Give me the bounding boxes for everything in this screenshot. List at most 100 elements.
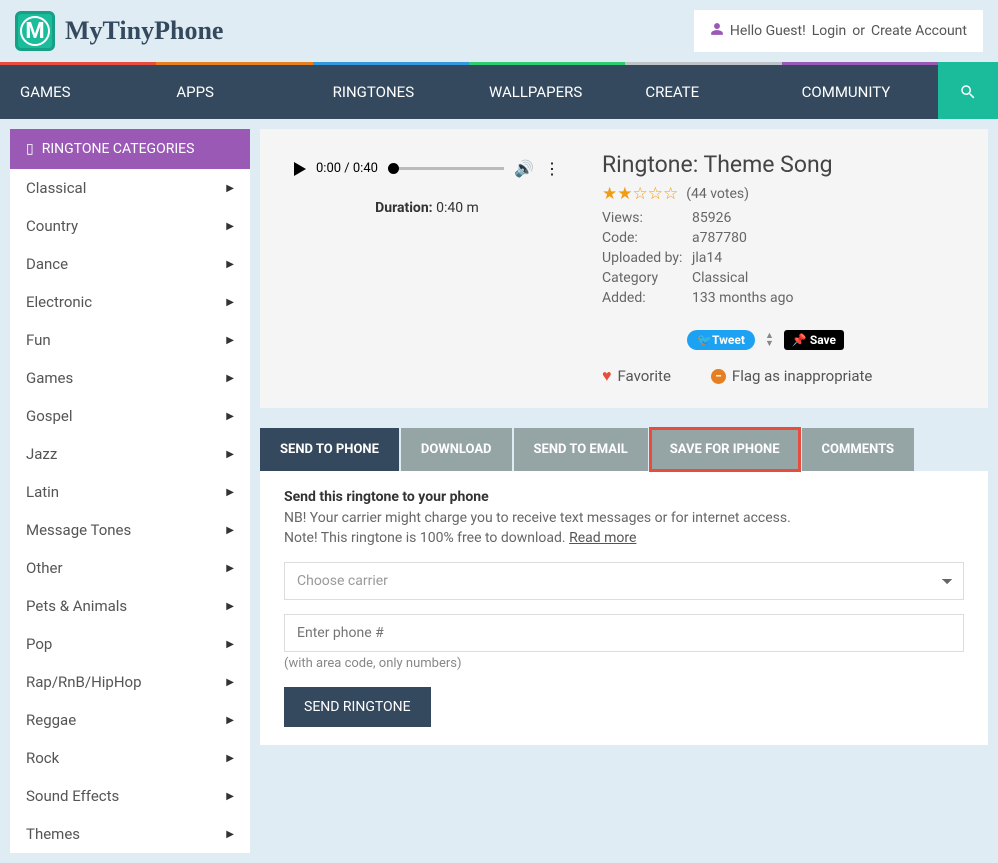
phone-hint: (with area code, only numbers) bbox=[284, 656, 964, 671]
sidebar-item-classical[interactable]: Classical▶ bbox=[10, 169, 250, 207]
nav-apps[interactable]: APPS bbox=[156, 62, 312, 119]
stepper[interactable]: ▲▼ bbox=[765, 332, 774, 348]
note2-text: Note! This ringtone is 100% free to down… bbox=[284, 530, 566, 546]
content-area: ▯ RINGTONE CATEGORIES Classical▶ Country… bbox=[0, 119, 998, 863]
tab-save-for-iphone[interactable]: SAVE FOR IPHONE bbox=[650, 428, 800, 471]
chevron-right-icon: ▶ bbox=[226, 297, 234, 308]
site-name: MyTinyPhone bbox=[65, 16, 223, 46]
nav-ringtones[interactable]: RINGTONES bbox=[313, 62, 469, 119]
volume-icon[interactable]: 🔊 bbox=[514, 159, 534, 178]
read-more-link[interactable]: Read more bbox=[569, 530, 636, 546]
pinterest-save-button[interactable]: 📌Save bbox=[784, 330, 844, 350]
sidebar-item-themes[interactable]: Themes▶ bbox=[10, 815, 250, 853]
chevron-right-icon: ▶ bbox=[226, 449, 234, 460]
chevron-right-icon: ▶ bbox=[226, 373, 234, 384]
nav-games[interactable]: GAMES bbox=[0, 62, 156, 119]
code-label: Code: bbox=[602, 230, 692, 246]
nav-create[interactable]: CREATE bbox=[625, 62, 781, 119]
chevron-right-icon: ▶ bbox=[226, 335, 234, 346]
sidebar-item-electronic[interactable]: Electronic ▶ bbox=[10, 283, 250, 321]
nav-wallpapers[interactable]: WALLPAPERS bbox=[469, 62, 625, 119]
flag-label: Flag as inappropriate bbox=[732, 367, 872, 385]
form-note-2: Note! This ringtone is 100% free to down… bbox=[284, 529, 964, 549]
sidebar-label: Dance bbox=[26, 255, 68, 273]
sidebar-label: Themes bbox=[26, 825, 80, 843]
sidebar-item-latin[interactable]: Latin ▶ bbox=[10, 473, 250, 511]
sidebar-label: Games bbox=[26, 369, 73, 387]
phone-input[interactable] bbox=[284, 614, 964, 652]
added-label: Added: bbox=[602, 290, 692, 306]
favorite-link[interactable]: ♥ Favorite bbox=[602, 366, 671, 386]
sidebar-label: Jazz bbox=[26, 445, 57, 463]
code-link[interactable]: a787780 bbox=[692, 230, 747, 246]
audio-player[interactable]: 0:00 / 0:40 🔊 ⋮ bbox=[282, 151, 572, 186]
sidebar-item-gospel[interactable]: Gospel ▶ bbox=[10, 397, 250, 435]
chevron-right-icon: ▶ bbox=[226, 487, 234, 498]
sidebar: ▯ RINGTONE CATEGORIES Classical▶ Country… bbox=[10, 129, 250, 853]
duration-row: Duration: 0:40 m bbox=[282, 200, 572, 216]
tab-download[interactable]: DOWNLOAD bbox=[401, 428, 512, 471]
star-icon: ★ bbox=[617, 184, 632, 204]
sidebar-label: Gospel bbox=[26, 407, 73, 425]
main-nav: GAMES APPS RINGTONES WALLPAPERS CREATE C… bbox=[0, 62, 998, 119]
chevron-right-icon: ▶ bbox=[226, 677, 234, 688]
time-display: 0:00 / 0:40 bbox=[316, 161, 378, 176]
sidebar-item-jazz[interactable]: Jazz ▶ bbox=[10, 435, 250, 473]
flag-link[interactable]: − Flag as inappropriate bbox=[711, 366, 872, 386]
menu-icon[interactable]: ⋮ bbox=[544, 159, 560, 178]
send-ringtone-button[interactable]: SEND RINGTONE bbox=[284, 687, 431, 727]
category-link[interactable]: Classical bbox=[692, 270, 748, 286]
tab-send-to-phone[interactable]: SEND TO PHONE bbox=[260, 428, 399, 471]
player-column: 0:00 / 0:40 🔊 ⋮ Duration: 0:40 m bbox=[282, 151, 572, 386]
star-icon: ☆ bbox=[663, 184, 678, 204]
main-content: 0:00 / 0:40 🔊 ⋮ Duration: 0:40 m Rington… bbox=[260, 129, 988, 745]
sidebar-label: Pets & Animals bbox=[26, 597, 127, 615]
duration-value: 0:40 m bbox=[436, 200, 479, 216]
sidebar-item-pop[interactable]: Pop▶ bbox=[10, 625, 250, 663]
uploader-link[interactable]: jla14 bbox=[692, 250, 722, 266]
chevron-right-icon: ▶ bbox=[226, 753, 234, 764]
actions-row: ♥ Favorite − Flag as inappropriate bbox=[602, 366, 966, 386]
favorite-label: Favorite bbox=[618, 367, 671, 385]
logo-area[interactable]: M MyTinyPhone bbox=[15, 11, 223, 51]
carrier-select[interactable]: Choose carrier bbox=[284, 562, 964, 600]
ringtone-card: 0:00 / 0:40 🔊 ⋮ Duration: 0:40 m Rington… bbox=[260, 129, 988, 408]
star-rating[interactable]: ★★☆☆☆ bbox=[602, 184, 678, 204]
sidebar-label: Fun bbox=[26, 331, 51, 349]
chevron-right-icon: ▶ bbox=[226, 563, 234, 574]
sidebar-item-reggae[interactable]: Reggae▶ bbox=[10, 701, 250, 739]
sidebar-item-dance[interactable]: Dance▶ bbox=[10, 245, 250, 283]
sidebar-item-rap[interactable]: Rap/RnB/HipHop ▶ bbox=[10, 663, 250, 701]
sidebar-item-games[interactable]: Games ▶ bbox=[10, 359, 250, 397]
sidebar-item-rock[interactable]: Rock ▶ bbox=[10, 739, 250, 777]
sidebar-item-country[interactable]: Country▶ bbox=[10, 207, 250, 245]
sidebar-item-fun[interactable]: Fun ▶ bbox=[10, 321, 250, 359]
sidebar-item-sound-effects[interactable]: Sound Effects▶ bbox=[10, 777, 250, 815]
sidebar-label: Latin bbox=[26, 483, 59, 501]
create-account-link[interactable]: Create Account bbox=[871, 23, 967, 39]
sidebar-label: Pop bbox=[26, 635, 52, 653]
chevron-right-icon: ▶ bbox=[226, 411, 234, 422]
progress-bar[interactable] bbox=[388, 167, 504, 170]
search-button[interactable] bbox=[938, 62, 998, 119]
sidebar-title: RINGTONE CATEGORIES bbox=[42, 141, 195, 157]
sidebar-item-message-tones[interactable]: Message Tones▶ bbox=[10, 511, 250, 549]
sidebar-label: Rock bbox=[26, 749, 59, 767]
sidebar-label: Rap/RnB/HipHop bbox=[26, 673, 142, 691]
phone-icon: ▯ bbox=[26, 141, 34, 157]
login-link[interactable]: Login bbox=[812, 23, 847, 39]
sidebar-item-other[interactable]: Other▶ bbox=[10, 549, 250, 587]
sidebar-label: Electronic bbox=[26, 293, 92, 311]
logo-letter: M bbox=[25, 19, 44, 44]
tweet-button[interactable]: 🐦Tweet bbox=[687, 330, 755, 350]
nav-community[interactable]: COMMUNITY bbox=[782, 62, 938, 119]
top-bar: M MyTinyPhone Hello Guest! Login or Crea… bbox=[0, 0, 998, 62]
tab-comments[interactable]: COMMENTS bbox=[802, 428, 915, 471]
play-icon[interactable] bbox=[294, 162, 306, 176]
tab-send-to-email[interactable]: SEND TO EMAIL bbox=[514, 428, 648, 471]
tab-panel: Send this ringtone to your phone NB! You… bbox=[260, 471, 988, 745]
chevron-right-icon: ▶ bbox=[226, 183, 234, 194]
sidebar-item-pets-animals[interactable]: Pets & Animals▶ bbox=[10, 587, 250, 625]
form-title: Send this ringtone to your phone bbox=[284, 489, 964, 505]
chevron-right-icon: ▶ bbox=[226, 715, 234, 726]
